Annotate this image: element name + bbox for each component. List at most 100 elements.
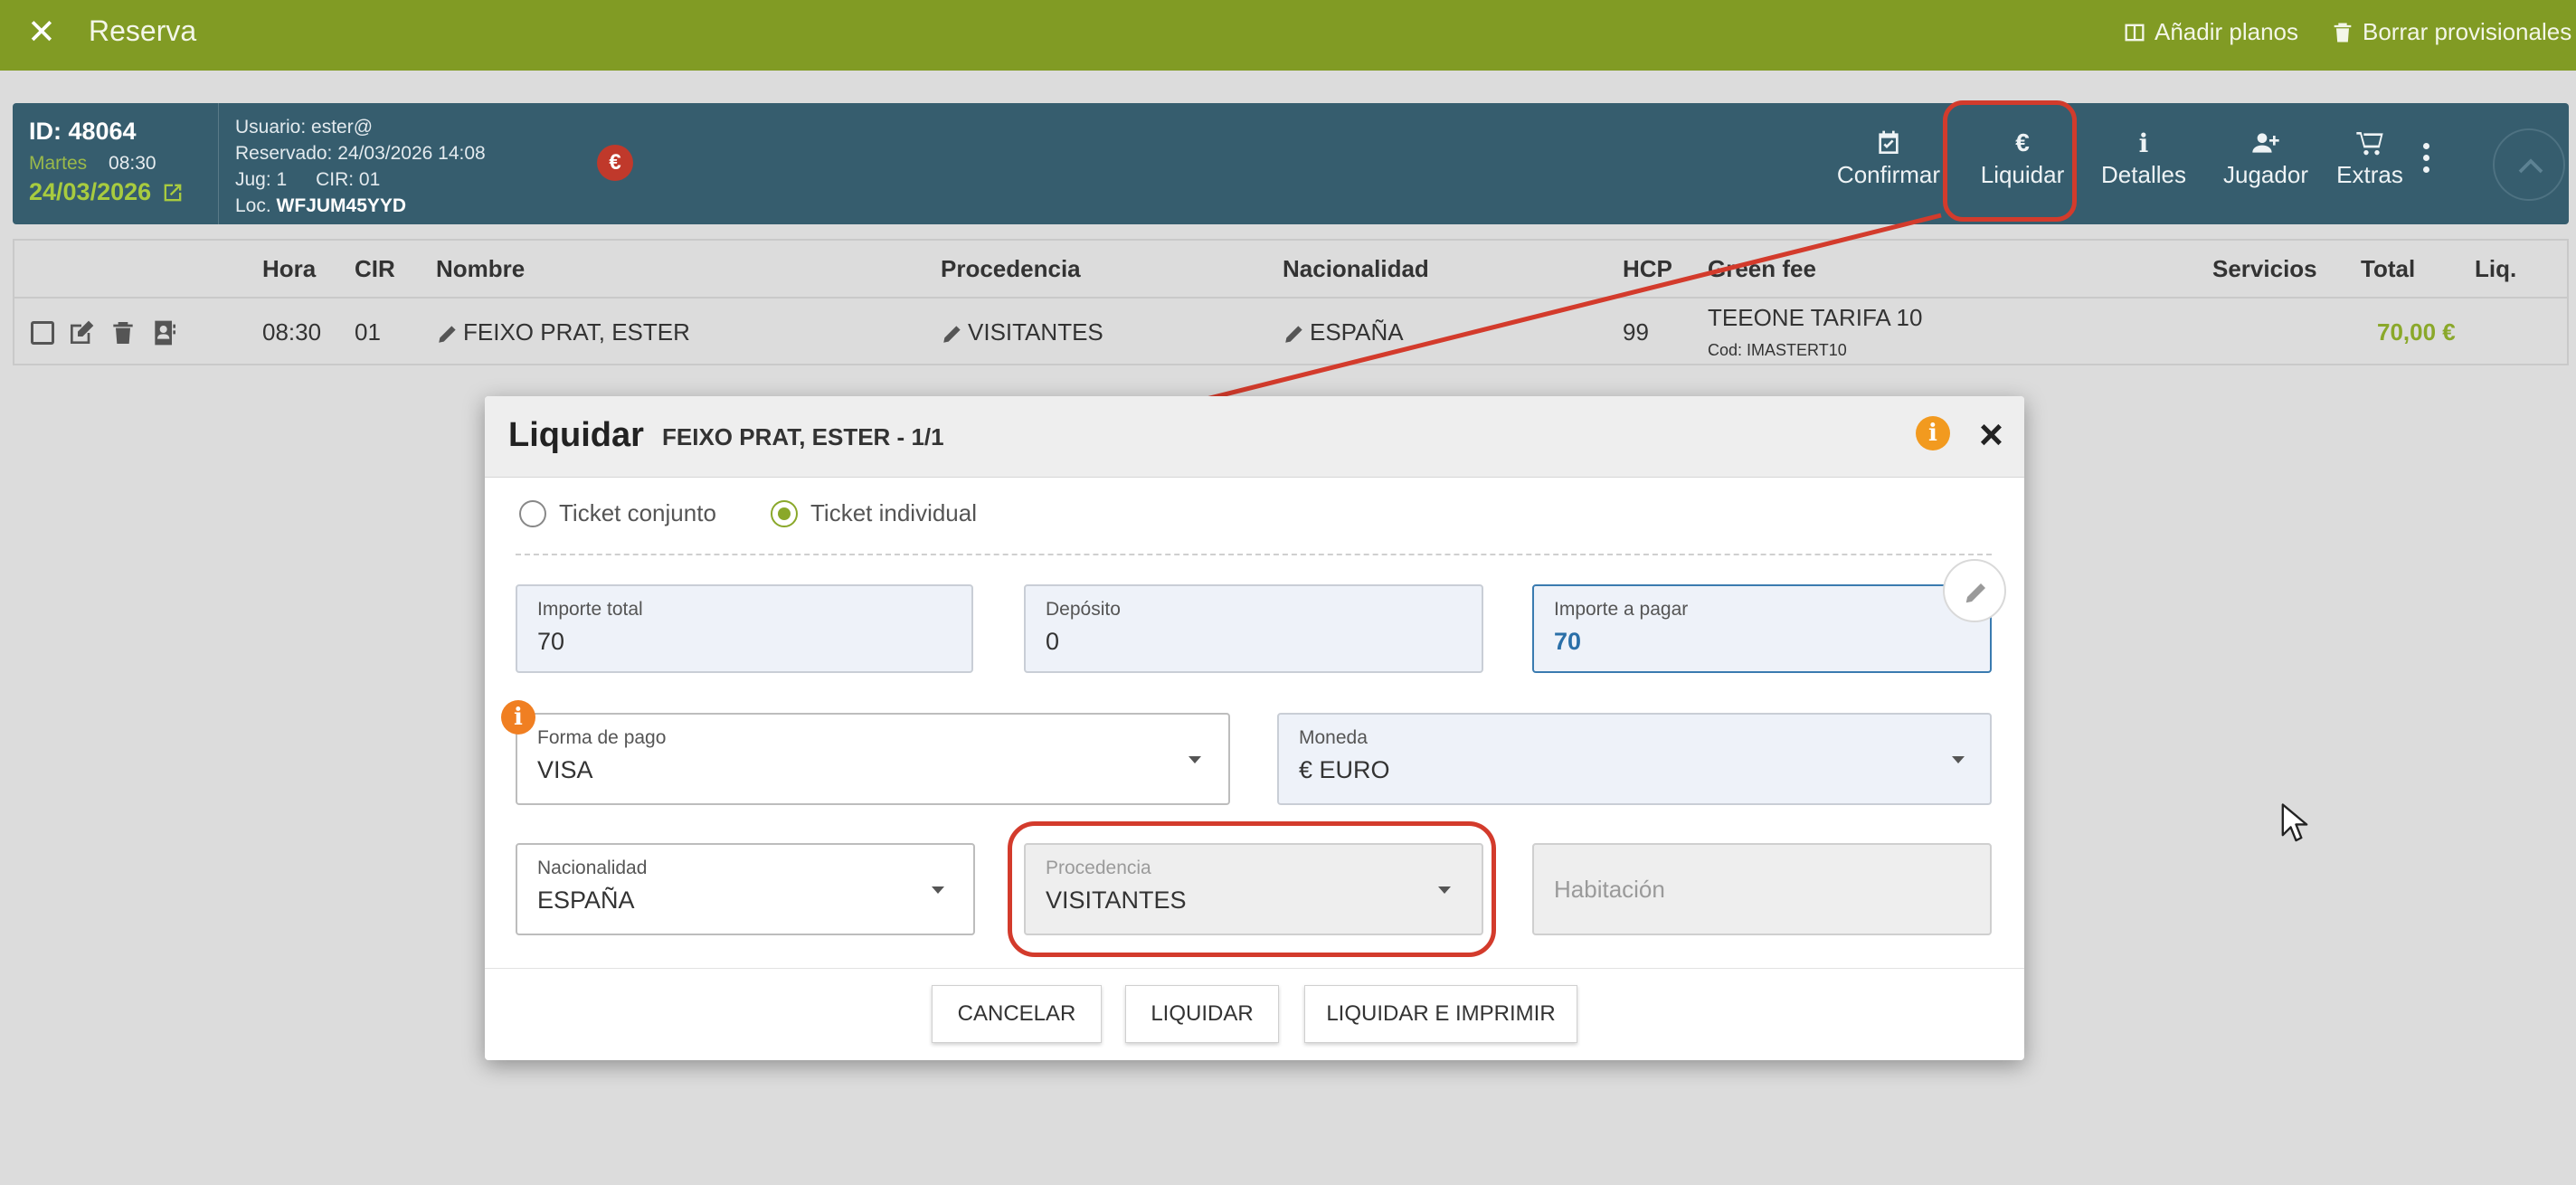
radio-ticket-individual[interactable]: Ticket individual — [771, 499, 977, 527]
deposit-field[interactable]: Depósito 0 — [1024, 584, 1483, 673]
room-field[interactable]: Habitación — [1532, 843, 1992, 935]
add-player-button[interactable]: Jugador — [2207, 125, 2325, 189]
contact-card-icon[interactable] — [150, 318, 179, 347]
payment-method-value: VISA — [537, 756, 593, 783]
cell-nacionalidad-text: ESPAÑA — [1310, 318, 1404, 346]
top-bar: ✕ Reserva Añadir planos Borrar provision… — [0, 0, 2576, 71]
info-icon: i — [2138, 128, 2149, 158]
cell-hora: 08:30 — [262, 318, 322, 346]
chevron-down-icon — [1189, 756, 1201, 763]
trash-icon — [2334, 23, 2352, 42]
cell-cir: 01 — [355, 318, 381, 346]
trash-icon[interactable] — [109, 318, 137, 347]
col-procedencia[interactable]: Procedencia — [941, 255, 1081, 283]
booking-loc-code: WFJUM45YYD — [276, 195, 407, 216]
pencil-icon — [1965, 583, 1985, 603]
booking-user: Usuario: ester@ — [235, 117, 374, 137]
booking-header: ID: 48064 Martes 08:30 24/03/2026 Usuari… — [13, 103, 2569, 224]
add-plans-button[interactable]: Añadir planos — [2122, 18, 2298, 46]
plans-icon — [2125, 24, 2145, 41]
currency-select[interactable]: Moneda € EURO — [1277, 713, 1992, 805]
divider — [516, 554, 1992, 555]
payment-method-select[interactable]: Forma de pago VISA — [516, 713, 1230, 805]
total-amount-label: Importe total — [537, 599, 643, 620]
chevron-down-icon — [1952, 756, 1965, 763]
amount-to-pay-field[interactable]: Importe a pagar 70 — [1532, 584, 1992, 673]
cell-hcp: 99 — [1623, 318, 1649, 346]
dialog-title: Liquidar — [508, 416, 644, 454]
green-fee-code: Cod: IMASTERT10 — [1708, 341, 1847, 359]
booking-players: Jug: 1 — [235, 169, 288, 190]
col-nombre[interactable]: Nombre — [436, 255, 525, 283]
row-checkbox[interactable] — [31, 321, 54, 345]
details-label: Detalles — [2101, 161, 2186, 188]
settle-confirm-button[interactable]: LIQUIDAR — [1125, 985, 1279, 1043]
booking-time: 08:30 — [109, 153, 156, 174]
settle-dialog: Liquidar FEIXO PRAT, ESTER - 1/1 i × Tic… — [485, 396, 2024, 1060]
col-liq[interactable]: Liq. — [2475, 255, 2516, 283]
extras-button[interactable]: Extras — [2325, 125, 2415, 189]
user-plus-icon — [2252, 133, 2279, 153]
warning-icon[interactable]: i — [501, 700, 535, 735]
confirm-label: Confirmar — [1836, 161, 1941, 188]
booking-date: 24/03/2026 — [29, 178, 152, 205]
col-servicios[interactable]: Servicios — [2212, 255, 2317, 283]
close-icon[interactable]: ✕ — [27, 15, 56, 50]
booking-players-cir: Jug: 1 CIR: 01 — [235, 166, 486, 193]
radio-ticket-joint[interactable]: Ticket conjunto — [519, 499, 716, 527]
pencil-icon — [439, 326, 456, 343]
settle-print-button[interactable]: LIQUIDAR E IMPRIMIR — [1304, 985, 1577, 1043]
delete-provisional-button[interactable]: Borrar provisionales — [2330, 18, 2571, 46]
cell-green-fee: TEEONE TARIFA 10 Cod: IMASTERT10 — [1708, 304, 1922, 360]
nationality-label: Nacionalidad — [537, 858, 648, 878]
nationality-value: ESPAÑA — [537, 886, 635, 914]
cell-nacionalidad[interactable]: ESPAÑA — [1283, 318, 1404, 346]
col-hora[interactable]: Hora — [262, 255, 316, 283]
close-icon[interactable]: × — [1979, 411, 2003, 458]
dialog-footer: CANCELAR LIQUIDAR LIQUIDAR E IMPRIMIR — [485, 968, 2024, 1060]
booking-reserved: Reservado: 24/03/2026 14:08 — [235, 143, 486, 164]
col-hcp[interactable]: HCP — [1623, 255, 1672, 283]
cancel-button[interactable]: CANCELAR — [932, 985, 1102, 1043]
pencil-icon — [1285, 326, 1302, 343]
more-options-icon[interactable] — [2420, 143, 2432, 188]
details-button[interactable]: i Detalles — [2086, 125, 2202, 189]
collapse-button[interactable] — [2493, 128, 2565, 201]
col-green-fee[interactable]: Green fee — [1708, 255, 1816, 283]
edit-icon[interactable] — [67, 318, 96, 347]
deposit-value: 0 — [1046, 628, 1060, 655]
currency-label: Moneda — [1299, 727, 1368, 748]
col-total[interactable]: Total — [2361, 255, 2415, 283]
annotation-highlight-settle — [1943, 100, 2077, 222]
cell-procedencia-text: VISITANTES — [968, 318, 1103, 346]
confirm-button[interactable]: Confirmar — [1831, 125, 1946, 189]
chevron-up-icon — [2518, 158, 2543, 174]
currency-value: € EURO — [1299, 756, 1390, 783]
page-title: Reserva — [89, 14, 197, 47]
radio-joint-dot[interactable] — [519, 499, 546, 527]
mouse-cursor-icon — [2281, 803, 2308, 842]
col-nacionalidad[interactable]: Nacionalidad — [1283, 255, 1429, 283]
payment-method-label: Forma de pago — [537, 727, 667, 748]
cell-procedencia[interactable]: VISITANTES — [941, 318, 1103, 346]
cart-icon — [2356, 132, 2383, 156]
currency-badge: € — [597, 145, 633, 181]
radio-joint-label: Ticket conjunto — [559, 499, 716, 526]
green-fee-name: TEEONE TARIFA 10 — [1708, 304, 1923, 331]
total-amount-field[interactable]: Importe total 70 — [516, 584, 973, 673]
extras-label: Extras — [2336, 161, 2403, 188]
chevron-down-icon — [932, 886, 944, 894]
external-link-icon — [164, 184, 182, 201]
delete-provisional-label: Borrar provisionales — [2363, 18, 2572, 45]
edit-amount-button[interactable] — [1943, 559, 2006, 622]
cell-nombre[interactable]: FEIXO PRAT, ESTER — [436, 318, 690, 346]
booking-loc: Loc. WFJUM45YYD — [235, 193, 486, 219]
booking-date-link[interactable]: 24/03/2026 — [29, 178, 218, 206]
col-cir[interactable]: CIR — [355, 255, 395, 283]
cell-nombre-text: FEIXO PRAT, ESTER — [463, 318, 690, 346]
total-amount-value: 70 — [537, 628, 565, 655]
info-icon[interactable]: i — [1916, 416, 1950, 450]
radio-individual-dot[interactable] — [771, 499, 798, 527]
table-row[interactable]: 08:30 01 FEIXO PRAT, ESTER VISITANTES ES… — [14, 299, 2567, 365]
nationality-select[interactable]: Nacionalidad ESPAÑA — [516, 843, 975, 935]
